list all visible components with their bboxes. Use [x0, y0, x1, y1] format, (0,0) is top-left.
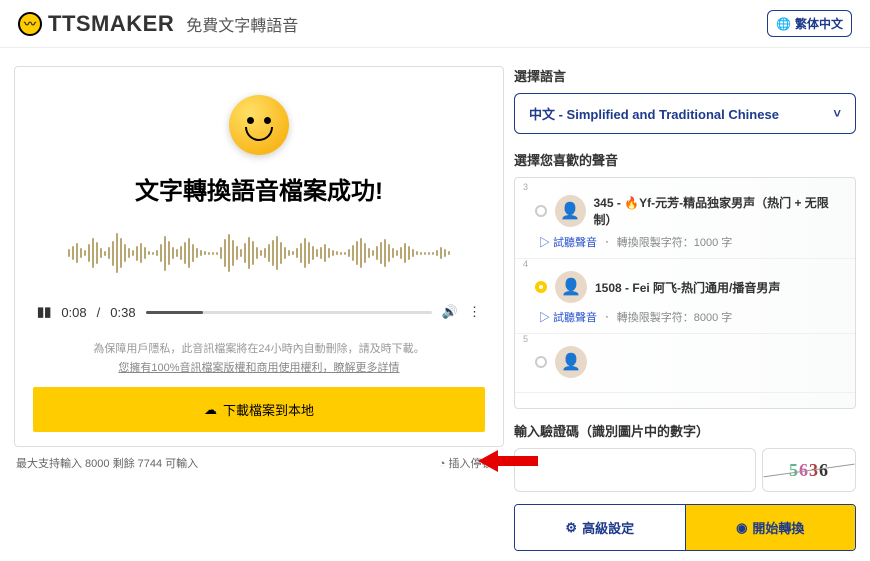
clock-icon: ◔ — [439, 458, 446, 470]
captcha-label: 輸入驗證碼（識別圖片中的數字） — [514, 421, 856, 440]
lang-label: 繁体中文 — [795, 15, 843, 32]
smiley-icon — [229, 95, 289, 155]
try-voice-link[interactable]: ▷ 試聽聲音 — [539, 234, 597, 250]
pause-icon[interactable]: ▮▮ — [37, 304, 51, 320]
voice-name: 345 - 🔥Yf-元芳-精品独家男声（热门 + 无限制） — [594, 194, 844, 228]
chevron-down-icon: ˅ — [833, 106, 841, 121]
start-convert-button[interactable]: ◉ 開始轉換 — [686, 505, 856, 550]
language-switch-button[interactable]: 🌐 繁体中文 — [767, 10, 852, 37]
globe-icon: 🌐 — [776, 17, 791, 31]
progress-bar[interactable] — [146, 311, 432, 314]
radio-icon[interactable] — [535, 281, 547, 293]
more-icon[interactable]: ⋮ — [468, 304, 481, 320]
voice-item[interactable]: 4 👤 1508 - Fei 阿飞-热门通用/播音男声 ▷ 試聽聲音·轉換限製字… — [515, 259, 855, 334]
download-label: 下載檔案到本地 — [223, 400, 314, 419]
logo-icon: 〰 — [18, 12, 42, 36]
time-current: 0:08 — [61, 305, 86, 320]
logo: 〰 TTSMAKER — [18, 11, 174, 37]
avatar-icon: 👤 — [555, 195, 586, 227]
try-voice-link[interactable]: ▷ 試聽聲音 — [539, 309, 597, 325]
sliders-icon: ⚙ — [565, 520, 577, 536]
voice-num: 5 — [523, 334, 528, 344]
header: 〰 TTSMAKER 免費文字轉語音 🌐 繁体中文 — [0, 0, 870, 48]
result-card: 文字轉換語音檔案成功! ▮▮ 0:08 / 0:38 🔊 ⋮ 為保障用戶隱私，此… — [14, 66, 504, 447]
privacy-note: 為保障用戶隱私，此音訊檔案將在24小時內自動刪除，請及時下載。 — [33, 340, 485, 356]
volume-icon[interactable]: 🔊 — [442, 304, 458, 320]
time-total: 0:38 — [110, 305, 135, 320]
voices-label: 選擇您喜歡的聲音 — [514, 150, 856, 169]
advanced-settings-button[interactable]: ⚙ 高級設定 — [515, 505, 686, 550]
language-selected: 中文 - Simplified and Traditional Chinese — [529, 104, 779, 123]
brand-name: TTSMAKER — [48, 11, 174, 37]
rights-link[interactable]: 您擁有100%音訊檔案版權和商用使用權利，瞭解更多詳情 — [33, 359, 485, 375]
radio-icon[interactable] — [535, 356, 547, 368]
language-label: 選擇語言 — [514, 66, 856, 85]
success-title: 文字轉換語音檔案成功! — [33, 171, 485, 206]
language-select[interactable]: 中文 - Simplified and Traditional Chinese … — [514, 93, 856, 134]
voice-num: 3 — [523, 182, 528, 192]
audio-player: ▮▮ 0:08 / 0:38 🔊 ⋮ — [33, 304, 485, 332]
captcha-image[interactable]: 5636 — [762, 448, 856, 492]
red-arrow-annotation — [478, 448, 538, 474]
voice-num: 4 — [523, 259, 528, 269]
voice-limit: 轉換限製字符：8000 字 — [617, 309, 733, 325]
captcha-input[interactable] — [514, 448, 756, 492]
voice-item[interactable]: 3 👤 345 - 🔥Yf-元芳-精品独家男声（热门 + 无限制） ▷ 試聽聲音… — [515, 182, 855, 259]
avatar-icon: 👤 — [555, 271, 587, 303]
play-circle-icon: ◉ — [736, 520, 747, 536]
cloud-download-icon: ☁ — [204, 402, 217, 418]
voice-limit: 轉換限製字符：1000 字 — [617, 234, 733, 250]
voice-name: 1508 - Fei 阿飞-热门通用/播音男声 — [595, 279, 780, 296]
avatar-icon: 👤 — [555, 346, 587, 378]
voices-list[interactable]: 3 👤 345 - 🔥Yf-元芳-精品独家男声（热门 + 无限制） ▷ 試聽聲音… — [514, 177, 856, 409]
download-button[interactable]: ☁ 下載檔案到本地 — [33, 387, 485, 432]
waveform — [39, 228, 479, 278]
quota-text: 最大支持輸入 8000 剩餘 7744 可輸入 — [16, 455, 198, 471]
radio-icon[interactable] — [535, 205, 547, 217]
voice-item[interactable]: 5 👤 — [515, 334, 855, 393]
subtitle: 免費文字轉語音 — [186, 12, 298, 36]
